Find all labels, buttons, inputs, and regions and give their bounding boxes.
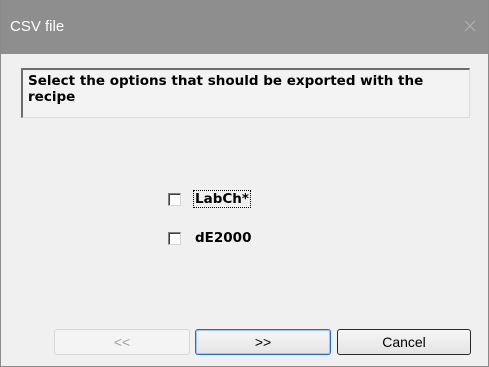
- de2000-checkbox[interactable]: [168, 231, 181, 245]
- option-labch[interactable]: LabCh*: [168, 190, 251, 208]
- close-button[interactable]: [458, 14, 482, 38]
- message-box: Select the options that should be export…: [21, 68, 470, 118]
- window-title: CSV file: [10, 18, 65, 35]
- labch-checkbox[interactable]: [168, 192, 181, 206]
- de2000-label[interactable]: dE2000: [194, 230, 252, 246]
- option-de2000[interactable]: dE2000: [168, 229, 252, 247]
- next-button[interactable]: >>: [195, 329, 331, 355]
- close-icon: [464, 20, 476, 32]
- message-text: Select the options that should be export…: [28, 73, 424, 105]
- labch-label[interactable]: LabCh*: [193, 190, 251, 208]
- csv-file-dialog: CSV file Select the options that should …: [0, 0, 489, 367]
- title-bar[interactable]: CSV file: [1, 0, 488, 54]
- cancel-button[interactable]: Cancel: [337, 329, 471, 355]
- back-button[interactable]: <<: [54, 329, 190, 355]
